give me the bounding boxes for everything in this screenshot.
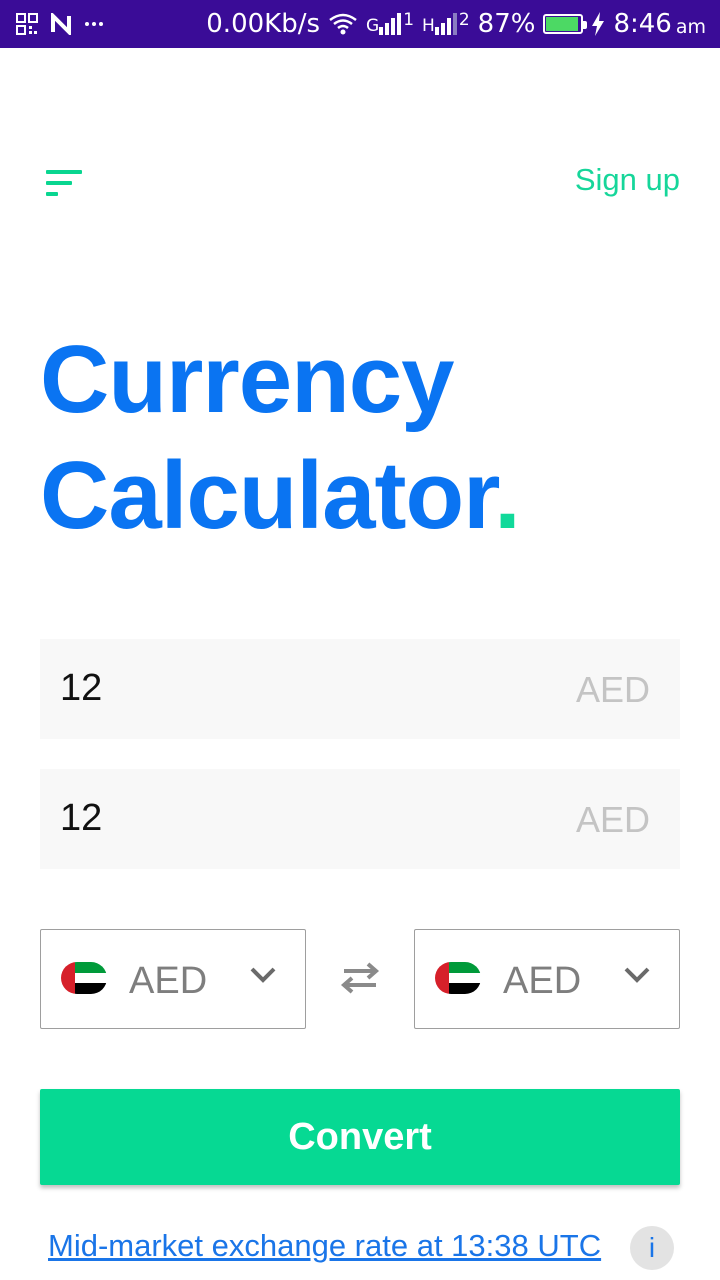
chevron-down-icon (623, 966, 651, 984)
status-bar-left (16, 0, 104, 48)
swap-arrows-icon (338, 962, 382, 1000)
battery-level-fill (546, 17, 578, 31)
menu-button[interactable] (46, 170, 86, 198)
network-speed: 0.00Kb/s (206, 9, 321, 39)
signal-sim1-icon: G 1 (366, 10, 414, 38)
status-bar-right: 0.00Kb/s G 1 H 2 87% 8:46 am (206, 0, 706, 48)
to-currency-code: AED (503, 960, 582, 1002)
menu-line-bottom (46, 192, 58, 196)
sim1-network-type: G (366, 16, 380, 36)
uae-flag-icon (61, 962, 107, 994)
battery-tip (583, 21, 588, 29)
sim2-slot: 2 (458, 10, 470, 30)
sim2-network-type: H (422, 16, 435, 36)
status-bar: 0.00Kb/s G 1 H 2 87% 8:46 am (0, 0, 720, 48)
from-amount-field[interactable]: 12 AED (40, 639, 680, 739)
convert-button[interactable]: Convert (40, 1089, 680, 1185)
chevron-down-icon (249, 966, 277, 984)
title-line-1: Currency (40, 326, 454, 433)
from-currency-code: AED (129, 960, 208, 1002)
title-dot: . (494, 442, 521, 549)
sim1-slot: 1 (403, 10, 415, 30)
menu-line-middle (46, 181, 72, 185)
notification-grid-icon (16, 13, 38, 35)
to-currency-select[interactable]: AED (414, 929, 680, 1029)
to-amount-currency: AED (575, 799, 650, 840)
from-amount-currency: AED (575, 669, 650, 710)
menu-lines-icon (46, 170, 82, 174)
signal-sim2-icon: H 2 (422, 10, 470, 38)
bolt-icon (591, 12, 605, 36)
title-line-2: Calculator (40, 442, 495, 549)
mid-market-rate-link[interactable]: Mid-market exchange rate at 13:38 UTC (48, 1228, 601, 1264)
more-dots-icon (84, 21, 104, 27)
n-app-icon (50, 13, 72, 35)
from-amount-value[interactable]: 12 (60, 667, 102, 710)
from-currency-select[interactable]: AED (40, 929, 306, 1029)
battery-percent: 87% (477, 9, 536, 39)
signup-link[interactable]: Sign up (575, 162, 680, 198)
clock-ampm: am (675, 16, 706, 38)
to-amount-value[interactable]: 12 (60, 797, 102, 840)
to-amount-field[interactable]: 12 AED (40, 769, 680, 869)
page-title: Currency Calculator. (40, 322, 521, 554)
uae-flag-icon (435, 962, 481, 994)
wifi-icon (328, 12, 358, 36)
info-button[interactable]: i (630, 1226, 674, 1270)
clock-time: 8:46 (613, 9, 672, 39)
swap-currencies-button[interactable] (338, 960, 382, 996)
battery-icon (543, 14, 588, 34)
